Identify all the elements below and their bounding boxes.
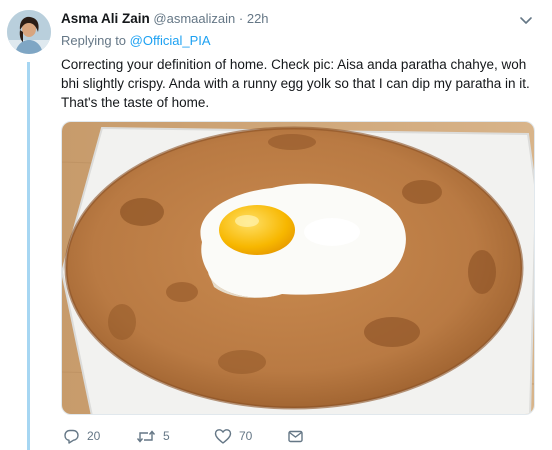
tweet-text: Correcting your definition of home. Chec…: [61, 57, 530, 110]
tweet-header: Asma Ali Zain @asmaalizain · 22h: [61, 11, 528, 31]
avatar[interactable]: [7, 10, 51, 54]
like-count: 70: [239, 429, 253, 443]
tweet-actions: 20 5 70: [61, 426, 321, 448]
thread-line: [27, 62, 30, 450]
replying-to: Replying to @Official_PIA: [61, 33, 211, 48]
timestamp[interactable]: 22h: [247, 11, 269, 26]
direct-message-icon: [287, 428, 304, 445]
like-icon: [214, 428, 232, 445]
direct-message-button[interactable]: [287, 426, 304, 446]
reply-mention-link[interactable]: @Official_PIA: [130, 33, 211, 48]
chevron-down-icon[interactable]: [518, 12, 534, 28]
user-handle[interactable]: @asmaalizain: [153, 11, 235, 26]
separator-dot: ·: [238, 11, 244, 26]
display-name[interactable]: Asma Ali Zain: [61, 11, 150, 26]
replying-prefix: Replying to: [61, 33, 127, 48]
paratha-egg-photo: [62, 122, 534, 414]
retweet-count: 5: [163, 429, 170, 443]
reply-count: 20: [87, 429, 101, 443]
tweet-photo[interactable]: [61, 121, 535, 415]
retweet-icon: [136, 428, 156, 445]
reply-icon: [63, 428, 80, 445]
like-button[interactable]: 70: [214, 426, 252, 446]
retweet-button[interactable]: 5: [136, 426, 170, 446]
reply-button[interactable]: 20: [63, 426, 100, 446]
